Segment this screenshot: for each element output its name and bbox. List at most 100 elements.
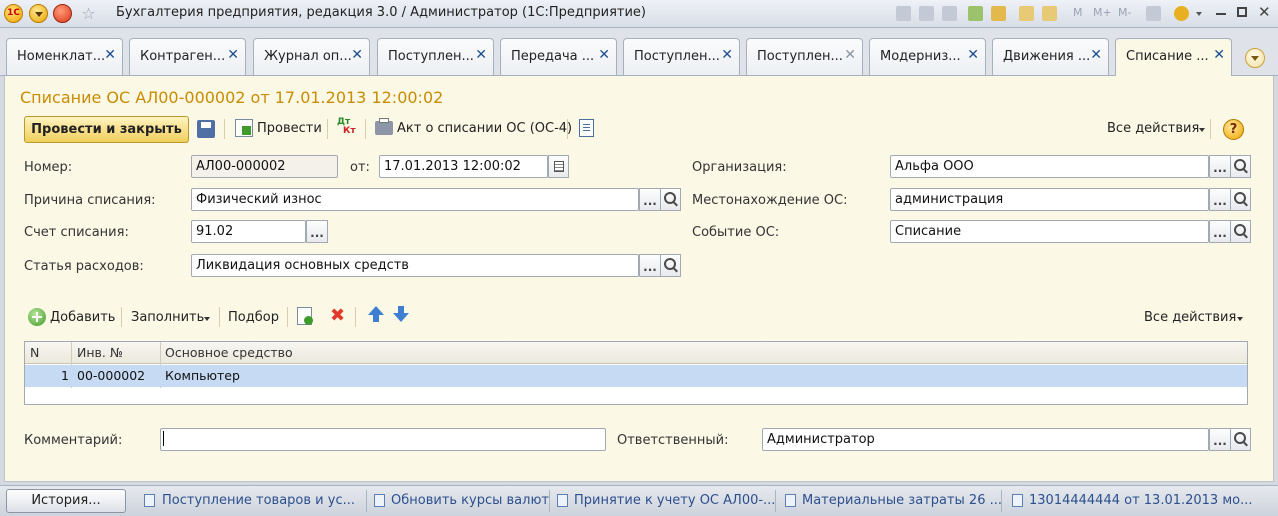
print-act-button[interactable]: Акт о списании ОС (ОС-4) xyxy=(397,121,572,136)
expense-select-button[interactable]: ... xyxy=(639,254,661,277)
memory-button-m[interactable]: M xyxy=(1073,6,1083,19)
windows-icon[interactable] xyxy=(1146,6,1161,21)
location-select-button[interactable]: ... xyxy=(1209,188,1231,211)
window-link-material-costs[interactable]: Материальные затраты 26 ... xyxy=(802,493,1002,508)
all-actions-button[interactable]: Все действия xyxy=(1107,121,1199,136)
post-icon[interactable] xyxy=(235,119,253,137)
post-button[interactable]: Провести xyxy=(257,121,322,136)
number-field[interactable]: АЛ00-000002 xyxy=(191,155,338,178)
tab-close-icon[interactable]: ✕ xyxy=(1090,48,1102,63)
responsible-label: Ответственный: xyxy=(617,433,729,448)
location-field[interactable]: администрация xyxy=(890,188,1209,211)
chevron-down-icon xyxy=(1237,317,1243,321)
save-icon[interactable] xyxy=(896,6,911,21)
table-row[interactable]: 1 00-000002 Компьютер xyxy=(25,365,1247,387)
history-button[interactable]: История... xyxy=(6,489,126,513)
table-all-actions-button[interactable]: Все действия xyxy=(1144,310,1236,325)
move-down-icon[interactable] xyxy=(393,313,409,322)
close-window-icon[interactable]: ✕ xyxy=(1258,3,1271,21)
location-search-button[interactable] xyxy=(1230,188,1251,211)
save-icon[interactable] xyxy=(197,120,215,138)
add-favorite-icon[interactable] xyxy=(968,6,983,21)
window-link-rates[interactable]: Обновить курсы валют xyxy=(391,493,549,508)
preview-icon[interactable] xyxy=(942,6,957,21)
structure-icon[interactable] xyxy=(579,119,594,137)
expense-field[interactable]: Ликвидация основных средств xyxy=(191,254,639,277)
add-icon[interactable] xyxy=(28,308,46,326)
calendar-icon[interactable] xyxy=(1042,6,1057,21)
tab-receipt-3[interactable]: Поступлен... ✕ xyxy=(746,38,863,75)
column-header-asset[interactable]: Основное средство xyxy=(165,345,293,360)
maximize-icon[interactable] xyxy=(1237,7,1247,17)
tabs-dropdown-icon[interactable] xyxy=(1245,48,1265,68)
tab-close-icon[interactable]: ✕ xyxy=(1213,48,1225,63)
responsible-search-button[interactable] xyxy=(1230,428,1251,451)
organization-select-button[interactable]: ... xyxy=(1209,155,1231,178)
tab-writeoff[interactable]: Списание ... ✕ xyxy=(1115,38,1232,76)
main-menu-icon[interactable] xyxy=(29,4,48,23)
tab-close-icon[interactable]: ✕ xyxy=(598,48,610,63)
window-link-payment[interactable]: 13014444444 от 13.01.2013 мо... xyxy=(1029,493,1253,508)
fill-button[interactable]: Заполнить xyxy=(131,310,204,325)
tab-close-icon[interactable]: ✕ xyxy=(227,48,239,63)
favorites-star-icon[interactable]: ☆ xyxy=(79,5,98,24)
calendar-button[interactable] xyxy=(548,155,569,178)
account-field[interactable]: 91.02 xyxy=(191,220,306,243)
pick-button[interactable]: Подбор xyxy=(228,310,279,325)
tab-close-icon[interactable]: ✕ xyxy=(475,48,487,63)
info-icon[interactable] xyxy=(1174,6,1189,21)
account-select-button[interactable]: ... xyxy=(306,220,328,243)
window-link-acceptance[interactable]: Принятие к учету ОС АЛ00-... xyxy=(574,493,775,508)
dt-kt-icon[interactable]: Дт Кт xyxy=(337,118,356,136)
add-row-button[interactable]: Добавить xyxy=(50,310,115,325)
tab-nomenclature[interactable]: Номенклат... ✕ xyxy=(6,38,123,75)
stop-icon[interactable] xyxy=(53,4,72,23)
tab-movements[interactable]: Движения ... ✕ xyxy=(992,38,1109,75)
reason-search-button[interactable] xyxy=(660,188,681,211)
tab-close-icon[interactable]: ✕ xyxy=(351,48,363,63)
event-search-button[interactable] xyxy=(1230,220,1251,243)
help-icon[interactable]: ? xyxy=(1223,119,1244,140)
responsible-field[interactable]: Администратор xyxy=(762,428,1209,451)
tab-counterparties[interactable]: Контраген... ✕ xyxy=(129,38,246,75)
comment-field[interactable] xyxy=(160,428,606,451)
tab-close-icon[interactable]: ✕ xyxy=(104,48,116,63)
print-icon[interactable] xyxy=(919,6,934,21)
assets-table[interactable]: N Инв. № Основное средство 1 00-000002 К… xyxy=(24,341,1248,405)
copy-row-icon[interactable] xyxy=(297,307,313,325)
minimize-icon[interactable] xyxy=(1216,13,1226,15)
event-select-button[interactable]: ... xyxy=(1209,220,1231,243)
tab-transfer[interactable]: Передача ... ✕ xyxy=(500,38,617,75)
reason-select-button[interactable]: ... xyxy=(639,188,661,211)
tab-close-icon[interactable]: ✕ xyxy=(967,48,979,63)
page-title: Списание ОС АЛ00-000002 от 17.01.2013 12… xyxy=(20,88,444,107)
column-header-inv[interactable]: Инв. № xyxy=(77,345,123,360)
number-label: Номер: xyxy=(24,160,73,175)
tab-close-icon[interactable]: ✕ xyxy=(721,48,733,63)
memory-button-mminus[interactable]: M- xyxy=(1118,6,1131,19)
organization-search-button[interactable] xyxy=(1230,155,1251,178)
tab-modernization[interactable]: Модерниз... ✕ xyxy=(869,38,986,75)
post-and-close-button[interactable]: Провести и закрыть xyxy=(24,116,189,143)
date-field[interactable]: 17.01.2013 12:00:02 xyxy=(379,155,548,178)
event-field[interactable]: Списание xyxy=(890,220,1209,243)
column-header-n[interactable]: N xyxy=(30,345,39,360)
history-icon[interactable] xyxy=(991,6,1006,21)
calculator-icon[interactable] xyxy=(1019,6,1034,21)
info-dropdown-icon[interactable] xyxy=(1196,12,1202,16)
tab-receipt-2[interactable]: Поступлен... ✕ xyxy=(623,38,740,75)
move-up-icon[interactable] xyxy=(368,306,384,315)
print-icon[interactable] xyxy=(375,118,393,135)
expense-search-button[interactable] xyxy=(660,254,681,277)
app-logo-icon[interactable]: 1С xyxy=(4,4,23,23)
tab-close-icon[interactable]: ✕ xyxy=(844,48,856,63)
tab-receipt-1[interactable]: Поступлен... ✕ xyxy=(377,38,494,75)
responsible-select-button[interactable]: ... xyxy=(1209,428,1231,451)
tab-journal[interactable]: Журнал оп... ✕ xyxy=(253,38,370,75)
delete-row-icon[interactable]: ✖ xyxy=(330,305,345,326)
window-link-receipt[interactable]: Поступление товаров и ус... xyxy=(162,493,355,508)
memory-button-mplus[interactable]: M+ xyxy=(1093,6,1112,19)
organization-field[interactable]: Альфа ООО xyxy=(890,155,1209,178)
reason-field[interactable]: Физический износ xyxy=(191,188,639,211)
cell-asset: Компьютер xyxy=(165,368,240,383)
